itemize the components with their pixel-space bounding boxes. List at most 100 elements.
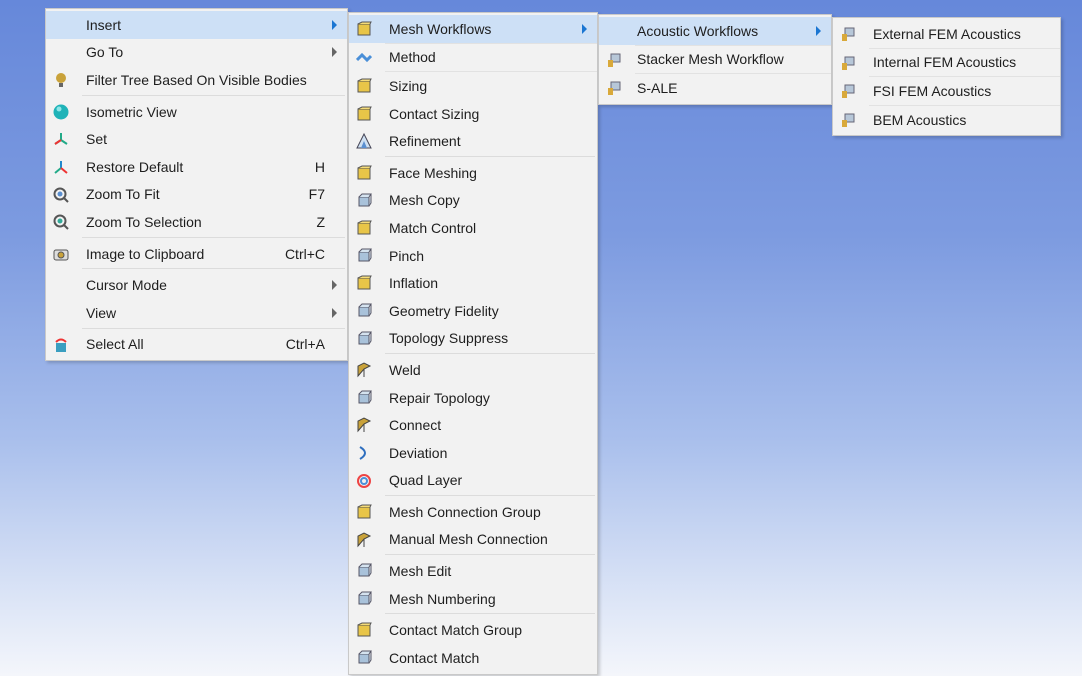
- menu-item-label: Method: [389, 49, 436, 66]
- mesh-edit-icon: [356, 563, 372, 579]
- menu-item-label: Go To: [86, 44, 124, 61]
- menu-item-face-meshing[interactable]: Face Meshing: [349, 159, 597, 187]
- menu-item-sizing[interactable]: Sizing: [349, 72, 597, 100]
- menu-item-label: Geometry Fidelity: [389, 302, 499, 319]
- acoustic-workflows-submenu: External FEM Acoustics Internal FEM Acous…: [832, 17, 1061, 137]
- menu-item-label: Filter Tree Based On Visible Bodies: [86, 71, 307, 88]
- camera-icon: [53, 246, 69, 262]
- refinement-icon: [356, 133, 372, 149]
- menu-item-isometric-view[interactable]: Isometric View: [46, 98, 347, 126]
- menu-item-cursor-mode[interactable]: Cursor Mode: [46, 271, 347, 299]
- menu-item-contact-match-group[interactable]: Contact Match Group: [349, 616, 597, 644]
- menu-item-mesh-copy[interactable]: Mesh Copy: [349, 187, 597, 215]
- menu-item-label: Zoom To Selection: [86, 213, 202, 230]
- workflow-icon: [840, 26, 856, 42]
- contact-match-group-icon: [356, 622, 372, 638]
- pinch-icon: [356, 248, 372, 264]
- menu-item-connect[interactable]: Connect: [349, 411, 597, 439]
- axes-restore-icon: [53, 159, 69, 175]
- menu-item-weld[interactable]: Weld: [349, 356, 597, 384]
- menu-item-label: Contact Match: [389, 649, 480, 666]
- sizing-icon: [356, 78, 372, 94]
- menu-item-external-fem-acoustics[interactable]: External FEM Acoustics: [833, 20, 1060, 48]
- menu-item-mesh-edit[interactable]: Mesh Edit: [349, 557, 597, 585]
- match-control-icon: [356, 220, 372, 236]
- menu-item-deviation[interactable]: Deviation: [349, 439, 597, 467]
- menu-item-zoom-to-selection[interactable]: Zoom To Selection Z: [46, 208, 347, 236]
- menu-item-label: Topology Suppress: [389, 330, 509, 347]
- contact-match-icon: [356, 650, 372, 666]
- menu-item-label: Contact Sizing: [389, 105, 480, 122]
- menu-item-geometry-fidelity[interactable]: Geometry Fidelity: [349, 297, 597, 325]
- geometry-fidelity-icon: [356, 303, 372, 319]
- menu-item-insert[interactable]: Insert: [46, 11, 347, 39]
- menu-item-stacker-mesh-workflow[interactable]: Stacker Mesh Workflow: [599, 46, 831, 74]
- mesh-copy-icon: [356, 193, 372, 209]
- deviation-icon: [356, 445, 372, 461]
- menu-item-mesh-numbering[interactable]: Mesh Numbering: [349, 585, 597, 613]
- method-icon: [355, 50, 373, 66]
- inflation-icon: [356, 275, 372, 291]
- workflow-icon: [840, 83, 856, 99]
- menu-item-inflation[interactable]: Inflation: [349, 269, 597, 297]
- shortcut-label: Ctrl+C: [284, 245, 325, 262]
- menu-item-view[interactable]: View: [46, 299, 347, 327]
- zoom-fit-icon: [53, 187, 69, 203]
- menu-item-label: Cursor Mode: [86, 277, 167, 294]
- menu-item-label: FSI FEM Acoustics: [873, 82, 992, 99]
- face-meshing-icon: [356, 165, 372, 181]
- menu-item-mesh-connection-group[interactable]: Mesh Connection Group: [349, 498, 597, 526]
- submenu-arrow-icon: [332, 280, 337, 291]
- menu-item-method[interactable]: Method: [349, 44, 597, 72]
- menu-item-label: View: [86, 304, 117, 321]
- menu-item-s-ale[interactable]: S-ALE: [599, 74, 831, 102]
- menu-item-refinement[interactable]: Refinement: [349, 127, 597, 155]
- menu-item-bem-acoustics[interactable]: BEM Acoustics: [833, 106, 1060, 134]
- menu-item-zoom-to-fit[interactable]: Zoom To Fit F7: [46, 181, 347, 209]
- lightbulb-icon: [53, 72, 69, 88]
- submenu-arrow-icon: [582, 23, 587, 34]
- menu-item-label: Insert: [86, 16, 122, 33]
- menu-item-restore-default[interactable]: Restore Default H: [46, 153, 347, 181]
- menu-item-topology-suppress[interactable]: Topology Suppress: [349, 325, 597, 353]
- menu-item-fsi-fem-acoustics[interactable]: FSI FEM Acoustics: [833, 77, 1060, 105]
- menu-item-set[interactable]: Set: [46, 125, 347, 153]
- menu-item-mesh-workflows[interactable]: Mesh Workflows: [349, 15, 597, 43]
- sphere-icon: [53, 104, 69, 120]
- menu-item-manual-mesh-connection[interactable]: Manual Mesh Connection: [349, 526, 597, 554]
- menu-item-repair-topology[interactable]: Repair Topology: [349, 384, 597, 412]
- menu-item-contact-sizing[interactable]: Contact Sizing: [349, 100, 597, 128]
- menu-item-acoustic-workflows[interactable]: Acoustic Workflows: [599, 17, 831, 45]
- menu-item-label: Restore Default: [86, 158, 184, 175]
- menu-item-label: Sizing: [389, 77, 428, 94]
- menu-item-label: Deviation: [389, 444, 448, 461]
- mesh-workflows-icon: [356, 21, 372, 37]
- menu-item-label: Pinch: [389, 247, 425, 264]
- workflow-icon: [606, 80, 622, 96]
- menu-item-go-to[interactable]: Go To: [46, 39, 347, 67]
- workflow-icon: [840, 112, 856, 128]
- submenu-arrow-icon: [332, 19, 337, 30]
- menu-item-label: Internal FEM Acoustics: [873, 54, 1017, 71]
- menu-item-pinch[interactable]: Pinch: [349, 242, 597, 270]
- menu-item-label: Mesh Copy: [389, 192, 460, 209]
- context-menu: Insert Go To Filter Tree Based On Visible …: [45, 8, 348, 362]
- menu-item-label: Stacker Mesh Workflow: [637, 51, 784, 68]
- shortcut-label: H: [314, 158, 325, 175]
- menu-item-internal-fem-acoustics[interactable]: Internal FEM Acoustics: [833, 49, 1060, 77]
- menu-item-contact-match[interactable]: Contact Match: [349, 644, 597, 672]
- submenu-arrow-icon: [332, 307, 337, 318]
- menu-item-quad-layer[interactable]: Quad Layer: [349, 467, 597, 495]
- menu-item-label: Manual Mesh Connection: [389, 531, 548, 548]
- menu-item-image-to-clipboard[interactable]: Image to Clipboard Ctrl+C: [46, 240, 347, 268]
- connect-icon: [356, 417, 372, 433]
- menu-item-label: Repair Topology: [389, 389, 490, 406]
- submenu-arrow-icon: [816, 25, 821, 36]
- menu-item-label: Isometric View: [86, 103, 177, 120]
- menu-item-filter-tree-based-on-visible-bodies[interactable]: Filter Tree Based On Visible Bodies: [46, 66, 347, 94]
- menu-item-label: Contact Match Group: [389, 622, 523, 639]
- menu-item-select-all[interactable]: Select All Ctrl+A: [46, 331, 347, 359]
- menu-item-label: Match Control: [389, 219, 477, 236]
- workflow-icon: [606, 52, 622, 68]
- menu-item-match-control[interactable]: Match Control: [349, 214, 597, 242]
